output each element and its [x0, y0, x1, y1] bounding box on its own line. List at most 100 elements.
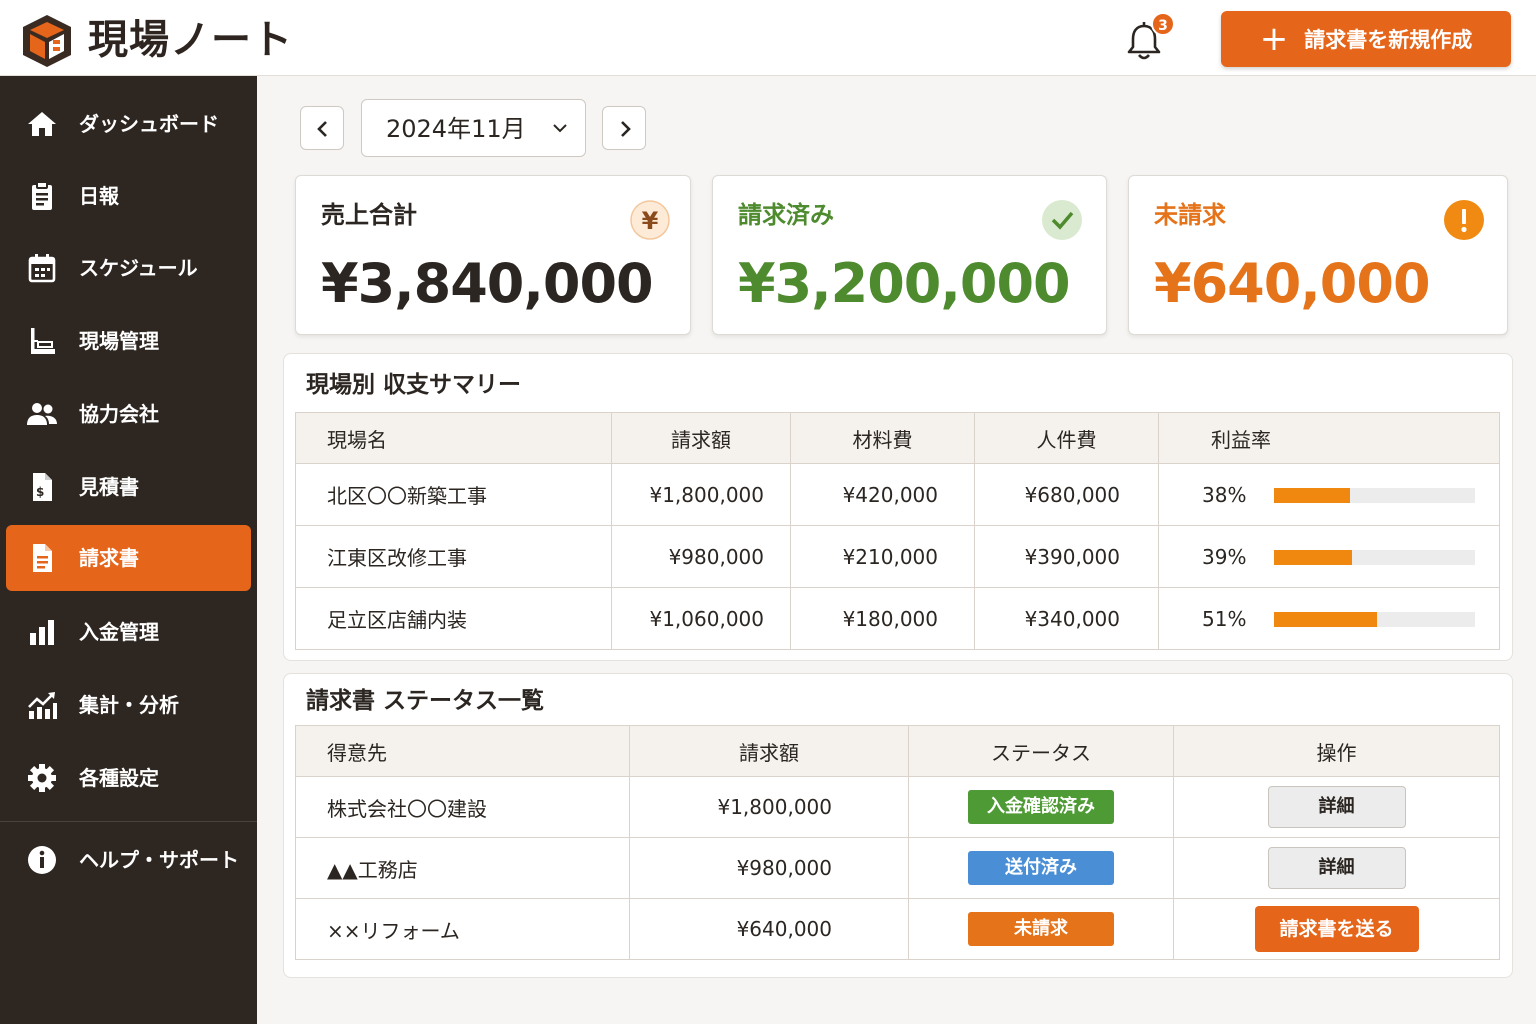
profit-margin-cell: 51% — [1158, 587, 1500, 650]
calendar-icon — [28, 254, 56, 283]
table-header-row: 現場名 請求額 材料費 人件費 利益率 — [295, 412, 1500, 464]
invoice-status-table: 得意先 請求額 ステータス 操作 株式会社〇〇建設 ¥1,800,000 入金確… — [295, 725, 1500, 960]
svg-text:$: $ — [36, 485, 44, 499]
sidebar-item-payments[interactable]: 入金管理 — [6, 599, 251, 665]
profit-margin-bar — [1274, 550, 1475, 565]
billed-card: 請求済み ¥3,200,000 — [712, 175, 1107, 335]
sidebar-item-schedule[interactable]: スケジュール — [6, 235, 251, 301]
card-value: ¥640,000 — [1154, 252, 1431, 315]
labor-cost: ¥390,000 — [974, 525, 1159, 588]
table-header-row: 得意先 請求額 ステータス 操作 — [295, 725, 1500, 777]
profit-margin-bar — [1274, 612, 1475, 627]
profit-margin-value: 51% — [1202, 607, 1247, 631]
sidebar-item-label: ヘルプ・サポート — [79, 848, 239, 872]
total-sales-card: 売上合計 ¥ ¥3,840,000 — [295, 175, 691, 335]
column-header: ステータス — [908, 725, 1174, 777]
table-row[interactable]: 北区〇〇新築工事 ¥1,800,000 ¥420,000 ¥680,000 38… — [295, 463, 1500, 526]
unbilled-card: 未請求 ¥640,000 — [1128, 175, 1508, 335]
labor-cost: ¥340,000 — [974, 587, 1159, 650]
profit-margin-cell: 39% — [1158, 525, 1500, 588]
sidebar-item-label: 集計・分析 — [79, 693, 179, 717]
sidebar-item-label: 見積書 — [79, 475, 139, 499]
materials-cost: ¥180,000 — [790, 587, 975, 650]
card-value: ¥3,200,000 — [738, 252, 1071, 315]
send-invoice-button[interactable]: 請求書を送る — [1254, 906, 1419, 952]
bar-chart-icon — [30, 620, 54, 645]
sidebar-item-label: 請求書 — [79, 546, 139, 570]
column-header: 請求額 — [611, 412, 791, 464]
column-header: 人件費 — [974, 412, 1159, 464]
card-value: ¥3,840,000 — [321, 252, 654, 315]
warning-icon — [1444, 200, 1484, 240]
status-badge: 未請求 — [968, 912, 1114, 946]
panel-title: 請求書 ステータス一覧 — [306, 688, 545, 714]
sidebar-item-label: 入金管理 — [79, 620, 159, 644]
sidebar-item-label: 日報 — [79, 184, 119, 208]
profit-margin-bar-fill — [1274, 488, 1351, 503]
previous-month-button[interactable] — [300, 106, 344, 150]
card-label: 請求済み — [738, 201, 834, 229]
sidebar-item-site-management[interactable]: 現場管理 — [6, 308, 251, 374]
detail-button[interactable]: 詳細 — [1267, 847, 1406, 889]
detail-button[interactable]: 詳細 — [1267, 786, 1406, 828]
sidebar-item-label: 協力会社 — [79, 402, 159, 426]
home-icon — [28, 112, 56, 136]
month-select[interactable]: 2024年11月 — [361, 99, 586, 157]
site-summary-table: 現場名 請求額 材料費 人件費 利益率 北区〇〇新築工事 ¥1,800,000 … — [295, 412, 1500, 650]
next-month-button[interactable] — [602, 106, 646, 150]
estimate-document-icon: $ — [33, 473, 52, 501]
table-row[interactable]: 江東区改修工事 ¥980,000 ¥210,000 ¥390,000 39% — [295, 525, 1500, 588]
sidebar-divider — [0, 821, 257, 822]
check-icon — [1042, 200, 1082, 240]
column-header: 利益率 — [1158, 412, 1500, 464]
plus-icon: + — [1259, 19, 1289, 59]
profit-margin-value: 38% — [1202, 483, 1247, 507]
table-row[interactable]: 株式会社〇〇建設 ¥1,800,000 入金確認済み 詳細 — [295, 776, 1500, 838]
table-row[interactable]: ▲▲工務店 ¥980,000 送付済み 詳細 — [295, 837, 1500, 899]
new-invoice-label: 請求書を新規作成 — [1304, 28, 1473, 52]
chevron-down-icon — [553, 124, 567, 133]
sidebar-item-partners[interactable]: 協力会社 — [6, 381, 251, 447]
profit-margin-bar-fill — [1274, 612, 1377, 627]
card-label: 売上合計 — [321, 201, 417, 229]
billed-amount: ¥1,060,000 — [611, 587, 791, 650]
profit-margin-bar-fill — [1274, 550, 1353, 565]
panel-title: 現場別 収支サマリー — [306, 372, 522, 398]
gear-icon — [28, 764, 56, 792]
app-title: 現場ノート — [88, 17, 293, 63]
crane-icon — [31, 328, 55, 354]
site-name: 足立区店舗内装 — [295, 587, 612, 650]
analytics-icon — [28, 692, 57, 719]
sidebar-item-estimates[interactable]: $ 見積書 — [6, 454, 251, 520]
column-header: 現場名 — [295, 412, 612, 464]
new-invoice-button[interactable]: + 請求書を新規作成 — [1221, 11, 1511, 67]
people-icon — [27, 403, 57, 425]
sidebar-item-analytics[interactable]: 集計・分析 — [6, 672, 251, 738]
card-label: 未請求 — [1154, 201, 1226, 229]
labor-cost: ¥680,000 — [974, 463, 1159, 526]
table-row[interactable]: 足立区店舗内装 ¥1,060,000 ¥180,000 ¥340,000 51% — [295, 587, 1500, 650]
sidebar: ダッシュボード 日報 スケジュール 現場管理 協力会社 $ 見積書 請求書 入金… — [0, 76, 257, 1024]
invoice-amount: ¥1,800,000 — [629, 776, 909, 838]
table-row[interactable]: ××リフォーム ¥640,000 未請求 請求書を送る — [295, 898, 1500, 960]
month-value: 2024年11月 — [386, 115, 526, 143]
info-icon — [28, 846, 56, 874]
site-summary-panel: 現場別 収支サマリー 現場名 請求額 材料費 人件費 利益率 北区〇〇新築工事 … — [283, 353, 1513, 661]
sidebar-item-dashboard[interactable]: ダッシュボード — [6, 91, 251, 157]
materials-cost: ¥210,000 — [790, 525, 975, 588]
status-badge: 入金確認済み — [968, 790, 1114, 824]
profit-margin-value: 39% — [1202, 545, 1247, 569]
cube-logo-icon — [23, 15, 71, 67]
chevron-left-icon — [317, 121, 327, 137]
sidebar-item-daily-report[interactable]: 日報 — [6, 163, 251, 229]
sidebar-item-help[interactable]: ヘルプ・サポート — [6, 827, 251, 893]
sidebar-item-invoices[interactable]: 請求書 — [6, 525, 251, 591]
column-header: 操作 — [1173, 725, 1500, 777]
app-header: 現場ノート 3 + 請求書を新規作成 — [0, 0, 1536, 76]
column-header: 得意先 — [295, 725, 630, 777]
column-header: 材料費 — [790, 412, 975, 464]
invoice-document-icon — [33, 544, 52, 572]
sidebar-item-settings[interactable]: 各種設定 — [6, 745, 251, 811]
sidebar-item-label: 各種設定 — [79, 766, 159, 790]
profit-margin-bar — [1274, 488, 1475, 503]
